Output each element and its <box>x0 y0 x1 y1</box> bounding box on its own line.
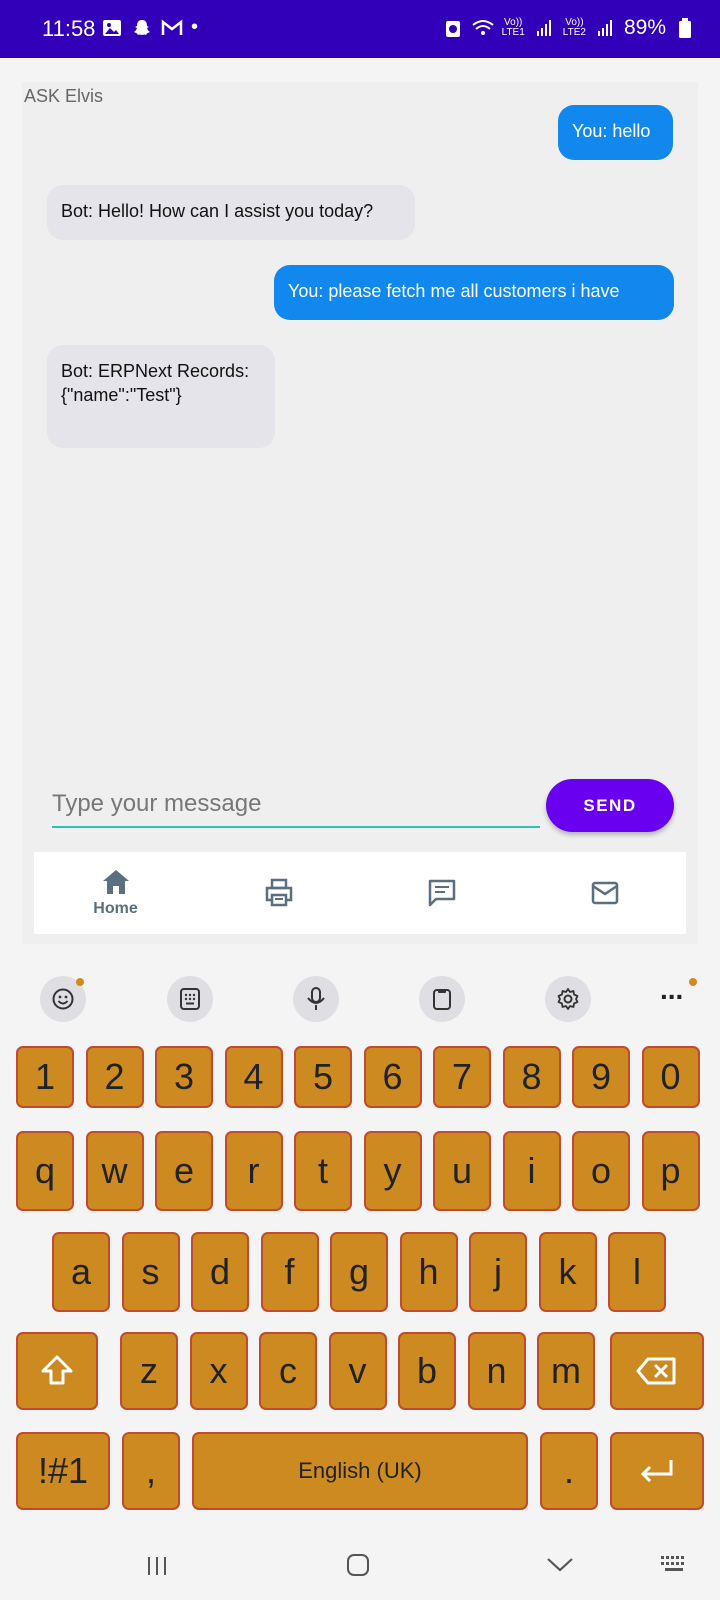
battery-percent: 89% <box>623 16 666 39</box>
key-8[interactable]: 8 <box>502 1046 561 1108</box>
key-t[interactable]: t <box>294 1131 352 1211</box>
sim2-label: Vo)) LTE2 <box>562 17 586 38</box>
key-q[interactable]: q <box>16 1131 74 1211</box>
wifi-icon <box>472 17 494 39</box>
emoji-icon <box>52 988 74 1010</box>
backspace-icon <box>636 1357 676 1385</box>
mic-icon <box>307 987 325 1010</box>
clipboard-icon <box>433 989 451 1010</box>
bottom-nav: Home <box>34 852 686 934</box>
keyboard-switch-icon[interactable] <box>660 1554 688 1576</box>
key-k[interactable]: k <box>538 1232 597 1312</box>
key-7[interactable]: 7 <box>433 1046 491 1108</box>
key-x[interactable]: x <box>189 1332 248 1410</box>
key-2[interactable]: 2 <box>85 1046 144 1108</box>
key-4[interactable]: 4 <box>224 1046 283 1108</box>
enter-icon <box>640 1460 673 1483</box>
nav-mail[interactable] <box>523 852 686 934</box>
more-button[interactable]: ... <box>660 974 683 1006</box>
status-right: Vo)) LTE1 Vo)) LTE2 89% <box>442 16 696 40</box>
key-m[interactable]: m <box>537 1332 595 1410</box>
key-h[interactable]: h <box>399 1232 458 1312</box>
status-time: 11:58 <box>42 16 96 41</box>
settings-icon <box>557 988 579 1010</box>
recent-apps-icon[interactable] <box>145 1554 169 1578</box>
key-b[interactable]: b <box>398 1332 456 1410</box>
backspace-key[interactable] <box>610 1332 704 1410</box>
nav-home-label: Home <box>93 900 138 917</box>
key-0[interactable]: 0 <box>641 1046 700 1108</box>
gmail-icon <box>161 17 183 39</box>
keyboard-toolbar: ... <box>0 960 720 1034</box>
nav-home[interactable]: Home <box>34 852 197 934</box>
nav-messages[interactable] <box>360 852 523 934</box>
space-key[interactable]: English (UK) <box>192 1432 528 1510</box>
signal-icon <box>594 17 616 39</box>
key-p[interactable]: p <box>641 1131 700 1211</box>
enter-key[interactable] <box>610 1432 704 1510</box>
voice-input-button[interactable] <box>293 976 339 1022</box>
key-5[interactable]: 5 <box>294 1046 352 1108</box>
symbols-key[interactable]: !#1 <box>16 1432 110 1510</box>
clipboard-button[interactable] <box>419 976 465 1022</box>
bot-message: Bot: Hello! How can I assist you today? <box>47 185 415 240</box>
key-1[interactable]: 1 <box>16 1046 74 1108</box>
comma-key[interactable]: , <box>122 1432 180 1510</box>
period-key[interactable]: . <box>540 1432 598 1510</box>
home-button-icon[interactable] <box>346 1553 370 1577</box>
signal-icon <box>533 17 555 39</box>
key-c[interactable]: c <box>259 1332 317 1410</box>
key-e[interactable]: e <box>155 1131 213 1211</box>
key-9[interactable]: 9 <box>572 1046 630 1108</box>
app-title: ASK Elvis <box>24 86 104 106</box>
notification-dot <box>76 978 84 986</box>
send-button[interactable]: SEND <box>546 779 674 832</box>
bot-message: Bot: ERPNext Records: {"name":"Test"} <box>47 345 275 448</box>
status-bar: 11:58 • Vo)) LTE1 Vo)) LTE2 89% <box>0 0 720 58</box>
key-a[interactable]: a <box>52 1232 110 1312</box>
key-z[interactable]: z <box>120 1332 178 1410</box>
key-o[interactable]: o <box>572 1131 630 1211</box>
user-message: You: hello <box>558 105 673 160</box>
battery-icon <box>674 17 696 39</box>
key-j[interactable]: j <box>469 1232 527 1312</box>
gallery-icon <box>101 17 123 39</box>
shift-icon <box>41 1355 73 1385</box>
system-navigation-bar <box>0 1534 720 1600</box>
keypad-icon <box>180 988 200 1010</box>
shift-key[interactable] <box>16 1332 98 1410</box>
message-input[interactable] <box>52 782 540 828</box>
key-v[interactable]: v <box>328 1332 387 1410</box>
key-d[interactable]: d <box>191 1232 249 1312</box>
hide-keyboard-icon[interactable] <box>546 1556 574 1574</box>
key-n[interactable]: n <box>467 1332 526 1410</box>
nav-printer[interactable] <box>197 852 360 934</box>
key-y[interactable]: y <box>363 1131 422 1211</box>
key-u[interactable]: u <box>433 1131 491 1211</box>
mail-icon <box>591 881 618 905</box>
chat-icon <box>428 879 455 907</box>
key-i[interactable]: i <box>502 1131 561 1211</box>
key-s[interactable]: s <box>121 1232 180 1312</box>
key-g[interactable]: g <box>330 1232 388 1312</box>
key-3[interactable]: 3 <box>155 1046 213 1108</box>
user-message: You: please fetch me all customers i hav… <box>274 265 674 320</box>
key-w[interactable]: w <box>85 1131 144 1211</box>
keypad-button[interactable] <box>167 976 213 1022</box>
home-icon <box>102 870 129 894</box>
key-r[interactable]: r <box>224 1131 283 1211</box>
printer-icon <box>265 878 292 907</box>
notification-icons: • <box>101 16 198 39</box>
keyboard-settings-button[interactable] <box>545 976 591 1022</box>
data-saver-icon <box>442 17 464 39</box>
notification-dot: • <box>191 16 199 38</box>
key-l[interactable]: l <box>608 1232 666 1312</box>
key-6[interactable]: 6 <box>363 1046 422 1108</box>
sim1-label: Vo)) LTE1 <box>501 17 525 38</box>
snapchat-icon <box>131 17 153 39</box>
notification-dot <box>689 978 697 986</box>
key-f[interactable]: f <box>260 1232 319 1312</box>
